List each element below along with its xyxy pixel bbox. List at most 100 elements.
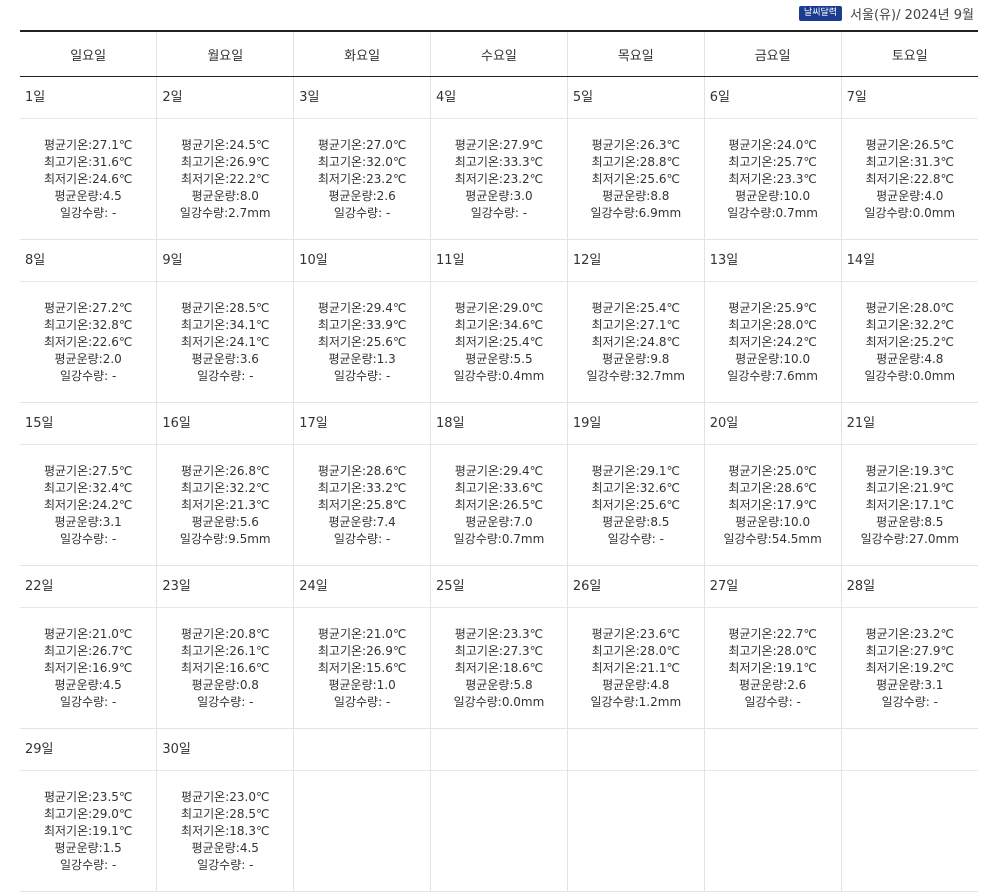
day-weather-summary: 평균기온:25.9℃ 최고기온:28.0℃ 최저기온:24.2℃ 평균운량:10.0 일…	[705, 282, 841, 402]
avg-cloud-line: 평균운량:5.5	[465, 351, 532, 368]
avg-temp-value: 29.0℃	[502, 300, 544, 315]
min-temp-label: 최저기온:	[181, 823, 230, 838]
avg-temp-label: 평균기온:	[728, 626, 777, 641]
empty-day-cell	[293, 728, 431, 892]
daily-rain-line: 일강수량:1.2mm	[590, 694, 681, 711]
min-temp-value: 22.8℃	[913, 171, 954, 186]
empty-day-number	[704, 729, 841, 771]
max-temp-label: 최고기온:	[181, 317, 230, 332]
weekday-header: 월요일	[156, 30, 294, 77]
calendar-week-row: 22일 평균기온:21.0℃ 최고기온:26.7℃ 최저기온:16.9℃ 평균운량:4.…	[20, 565, 978, 729]
daily-rain-value: -	[382, 368, 391, 383]
calendar-day-cell: 24일 평균기온:21.0℃ 최고기온:26.9℃ 최저기온:15.6℃ 평균운량:1.…	[293, 565, 431, 729]
min-temp-line: 최저기온:17.1℃	[866, 497, 954, 514]
calendar-day-cell: 27일 평균기온:22.7℃ 최고기온:28.0℃ 최저기온:19.1℃ 평균운량:2.…	[703, 565, 842, 729]
weekday-header: 화요일	[293, 30, 431, 77]
min-temp-line: 최저기온:18.3℃	[181, 823, 269, 840]
calendar-day-cell: 20일 평균기온:25.0℃ 최고기온:28.6℃ 최저기온:17.9℃ 평균운량:10…	[703, 402, 842, 566]
avg-temp-value: 25.9℃	[776, 300, 817, 315]
avg-temp-value: 25.4℃	[639, 300, 680, 315]
max-temp-label: 최고기온:	[43, 806, 93, 821]
avg-temp-line: 평균기온:29.4℃	[318, 300, 406, 317]
daily-rain-label: 일강수량:	[197, 694, 246, 709]
avg-temp-line: 평균기온:19.3℃	[866, 463, 954, 480]
avg-cloud-value: 7.4	[376, 514, 396, 529]
min-temp-label: 최저기온:	[181, 334, 230, 349]
avg-temp-value: 28.6℃	[366, 463, 407, 478]
day-number: 2일	[157, 77, 294, 119]
day-number: 24일	[294, 566, 431, 608]
min-temp-line: 최저기온:25.8℃	[318, 497, 406, 514]
avg-cloud-line: 평균운량:8.5	[602, 514, 669, 531]
empty-day-cell	[430, 728, 568, 892]
avg-temp-label: 평균기온:	[317, 626, 367, 641]
daily-rain-line: 일강수량: -	[60, 531, 116, 548]
min-temp-value: 23.3℃	[776, 171, 817, 186]
daily-rain-value: -	[245, 857, 254, 872]
day-weather-summary: 평균기온:28.5℃ 최고기온:34.1℃ 최저기온:24.1℃ 평균운량:3.6 일강…	[157, 282, 293, 402]
avg-temp-line: 평균기온:27.9℃	[455, 137, 543, 154]
min-temp-line: 최저기온:25.6℃	[592, 171, 680, 188]
daily-rain-line: 일강수량: -	[471, 205, 527, 222]
daily-rain-line: 일강수량:6.9mm	[590, 205, 681, 222]
max-temp-value: 32.0℃	[366, 154, 407, 169]
avg-cloud-label: 평균운량:	[54, 677, 103, 692]
empty-day-summary	[568, 771, 704, 891]
day-weather-summary: 평균기온:23.6℃ 최고기온:28.0℃ 최저기온:21.1℃ 평균운량:4.8 일강…	[568, 608, 704, 728]
max-temp-line: 최고기온:32.4℃	[44, 480, 132, 497]
avg-temp-label: 평균기온:	[181, 463, 230, 478]
max-temp-value: 32.6℃	[639, 480, 680, 495]
avg-temp-label: 평균기온:	[181, 137, 230, 152]
avg-cloud-value: 4.0	[924, 188, 944, 203]
daily-rain-label: 일강수량:	[864, 205, 913, 220]
avg-cloud-value: 2.0	[102, 351, 122, 366]
min-temp-label: 최저기온:	[454, 660, 503, 675]
avg-cloud-label: 평균운량:	[54, 188, 103, 203]
min-temp-value: 25.6℃	[639, 171, 680, 186]
avg-temp-line: 평균기온:28.5℃	[181, 300, 269, 317]
max-temp-value: 33.9℃	[366, 317, 407, 332]
daily-rain-value: -	[518, 205, 528, 220]
weekday-header-row: 일요일 월요일 화요일 수요일 목요일 금요일 토요일	[20, 30, 978, 77]
daily-rain-value: 7.6mm	[775, 368, 818, 383]
max-temp-line: 최고기온:26.7℃	[44, 643, 132, 660]
avg-cloud-label: 평균운량:	[328, 514, 377, 529]
avg-cloud-label: 평균운량:	[735, 514, 784, 529]
calendar-day-cell: 1일 평균기온:27.1℃ 최고기온:31.6℃ 최저기온:24.6℃ 평균운량:4.5…	[20, 76, 157, 240]
daily-rain-value: 0.4mm	[501, 368, 545, 383]
avg-temp-value: 29.1℃	[639, 463, 680, 478]
avg-cloud-label: 평균운량:	[876, 677, 925, 692]
location-month-label: 서울(유)/ 2024년 9월	[850, 8, 974, 23]
max-temp-value: 32.8℃	[92, 317, 133, 332]
day-number: 10일	[294, 240, 431, 282]
day-number: 18일	[431, 403, 567, 445]
avg-temp-value: 27.2℃	[92, 300, 133, 315]
daily-rain-label: 일강수량:	[727, 368, 776, 383]
min-temp-value: 23.2℃	[502, 171, 544, 186]
avg-cloud-value: 4.5	[239, 840, 259, 855]
min-temp-label: 최저기온:	[43, 823, 93, 838]
empty-day-cell	[840, 728, 978, 892]
day-number: 17일	[294, 403, 431, 445]
calendar-day-cell: 2일 평균기온:24.5℃ 최고기온:26.9℃ 최저기온:22.2℃ 평균운량:8.0…	[156, 76, 294, 240]
avg-temp-line: 평균기온:27.0℃	[318, 137, 406, 154]
avg-cloud-value: 8.8	[650, 188, 670, 203]
avg-cloud-label: 평균운량:	[191, 677, 240, 692]
avg-temp-line: 평균기온:28.6℃	[318, 463, 406, 480]
max-temp-label: 최고기온:	[591, 643, 640, 658]
avg-cloud-line: 평균운량:8.0	[192, 188, 259, 205]
weekday-header: 금요일	[703, 30, 842, 77]
max-temp-value: 31.3℃	[913, 154, 954, 169]
max-temp-value: 32.2℃	[913, 317, 954, 332]
min-temp-line: 최저기온:22.6℃	[44, 334, 132, 351]
min-temp-label: 최저기온:	[454, 171, 503, 186]
avg-cloud-value: 10.0	[783, 351, 811, 366]
avg-temp-line: 평균기온:23.0℃	[181, 789, 269, 806]
daily-rain-value: -	[108, 531, 117, 546]
avg-temp-line: 평균기온:24.0℃	[728, 137, 816, 154]
avg-cloud-label: 평균운량:	[191, 351, 240, 366]
max-temp-label: 최고기온:	[865, 317, 914, 332]
empty-day-cell	[566, 728, 705, 892]
calendar-day-cell: 12일 평균기온:25.4℃ 최고기온:27.1℃ 최저기온:24.8℃ 평균운량:9.…	[566, 239, 705, 403]
day-number: 21일	[841, 403, 978, 445]
